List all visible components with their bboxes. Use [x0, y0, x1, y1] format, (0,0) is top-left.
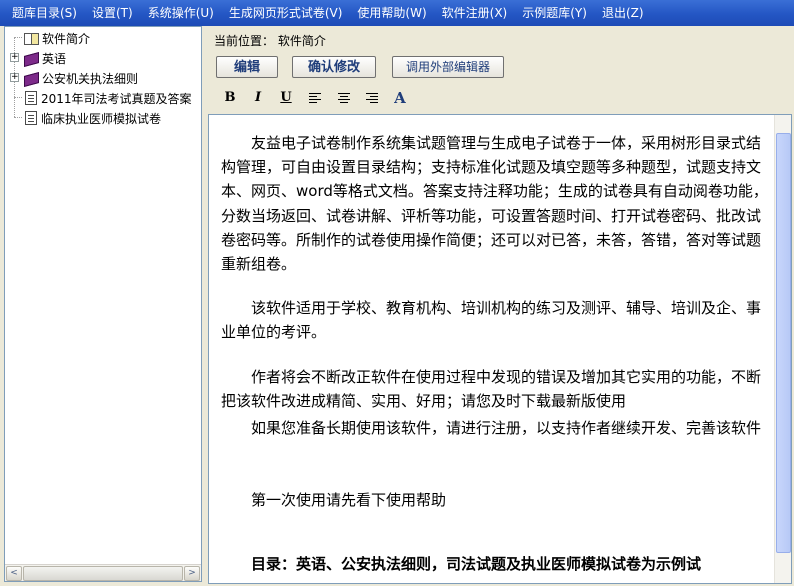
directory-tree[interactable]: 软件简介 + 英语 + 公安机关执法细则 2011年司法考试真题及答案 临床执业… — [4, 26, 202, 582]
editor-vertical-scrollbar[interactable] — [774, 115, 791, 583]
first-use-paragraph: 第一次使用请先看下使用帮助 — [251, 491, 447, 510]
audience-paragraph: 该软件适用于学校、教育机构、培训机构的练习及测评、辅导、培训及企、事业单位的考评… — [221, 299, 762, 342]
menu-item-sample-bank[interactable]: 示例题库(Y) — [516, 0, 593, 26]
menu-item-settings[interactable]: 设置(T) — [86, 0, 139, 26]
registration-paragraph: 如果您准备长期使用该软件，请进行注册，以支持作者继续开发、完善该软件 — [251, 419, 762, 438]
menu-item-help[interactable]: 使用帮助(W) — [351, 0, 432, 26]
format-toolbar: B I U A — [214, 86, 790, 110]
book-icon — [23, 72, 39, 85]
font-color-button[interactable]: A — [390, 88, 410, 108]
book-icon — [23, 52, 39, 65]
tree-item-label: 公安机关执法细则 — [42, 71, 139, 86]
align-left-icon[interactable] — [309, 93, 321, 103]
menu-item-system[interactable]: 系统操作(U) — [142, 0, 220, 26]
content-editor[interactable]: 友益电子试卷制作系统集试题管理与生成电子试卷于一体，采用树形目录式结构管理，可自… — [208, 114, 792, 584]
expand-police-rules-button[interactable]: + — [10, 73, 19, 82]
improvement-paragraph: 作者将会不断改正软件在使用过程中发现的错误及增加其它实用的功能，不断把该软件改进… — [221, 367, 762, 410]
tree-item-medical-exam[interactable]: 临床执业医师模拟试卷 — [25, 108, 161, 128]
document-icon — [25, 91, 37, 105]
external-editor-button[interactable]: 调用外部编辑器 — [392, 56, 504, 78]
tree-item-software-intro[interactable]: 软件简介 — [23, 28, 91, 48]
tree-horizontal-scrollbar[interactable]: < > — [5, 564, 201, 581]
tree-item-label: 临床执业医师模拟试卷 — [41, 111, 162, 126]
scroll-thumb[interactable] — [776, 133, 791, 553]
tree-item-police-rules[interactable]: 公安机关执法细则 — [23, 68, 138, 88]
edit-button[interactable]: 编辑 — [216, 56, 278, 78]
open-book-icon — [23, 31, 39, 45]
tree-connector — [14, 117, 22, 118]
catalog-paragraph: 目录：英语、公安执法细则，司法试题及执业医师模拟试卷为示例试 — [251, 555, 702, 574]
align-center-icon[interactable] — [338, 93, 350, 103]
tree-item-judicial-exam[interactable]: 2011年司法考试真题及答案 — [25, 88, 192, 108]
menu-item-generate-web-paper[interactable]: 生成网页形式试卷(V) — [223, 0, 349, 26]
tree-item-label: 软件简介 — [42, 29, 91, 47]
scroll-left-button[interactable]: < — [6, 566, 22, 581]
current-location: 当前位置： 软件简介 — [214, 34, 326, 48]
tree-connector — [14, 97, 22, 98]
editor-text: 友益电子试卷制作系统集试题管理与生成电子试卷于一体，采用树形目录式结构管理，可自… — [221, 131, 769, 583]
bold-button[interactable]: B — [220, 88, 240, 108]
scroll-thumb[interactable] — [23, 566, 183, 581]
tree-connector — [14, 37, 22, 38]
tree-item-label: 2011年司法考试真题及答案 — [41, 91, 192, 106]
underline-button[interactable]: U — [276, 88, 296, 108]
document-icon — [25, 111, 37, 125]
menu-item-exit[interactable]: 退出(Z) — [596, 0, 650, 26]
scroll-right-button[interactable]: > — [184, 566, 200, 581]
menu-item-register[interactable]: 软件注册(X) — [436, 0, 514, 26]
italic-button[interactable]: I — [248, 88, 268, 108]
expand-english-button[interactable]: + — [10, 53, 19, 62]
align-right-icon[interactable] — [366, 93, 378, 103]
tree-item-english[interactable]: 英语 — [23, 48, 66, 68]
menu-item-question-bank[interactable]: 题库目录(S) — [6, 0, 83, 26]
tree-item-label: 英语 — [42, 51, 67, 66]
intro-paragraph: 友益电子试卷制作系统集试题管理与生成电子试卷于一体，采用树形目录式结构管理，可自… — [221, 134, 768, 274]
confirm-edit-button[interactable]: 确认修改 — [292, 56, 376, 78]
menu-bar: 题库目录(S) 设置(T) 系统操作(U) 生成网页形式试卷(V) 使用帮助(W… — [0, 0, 794, 26]
